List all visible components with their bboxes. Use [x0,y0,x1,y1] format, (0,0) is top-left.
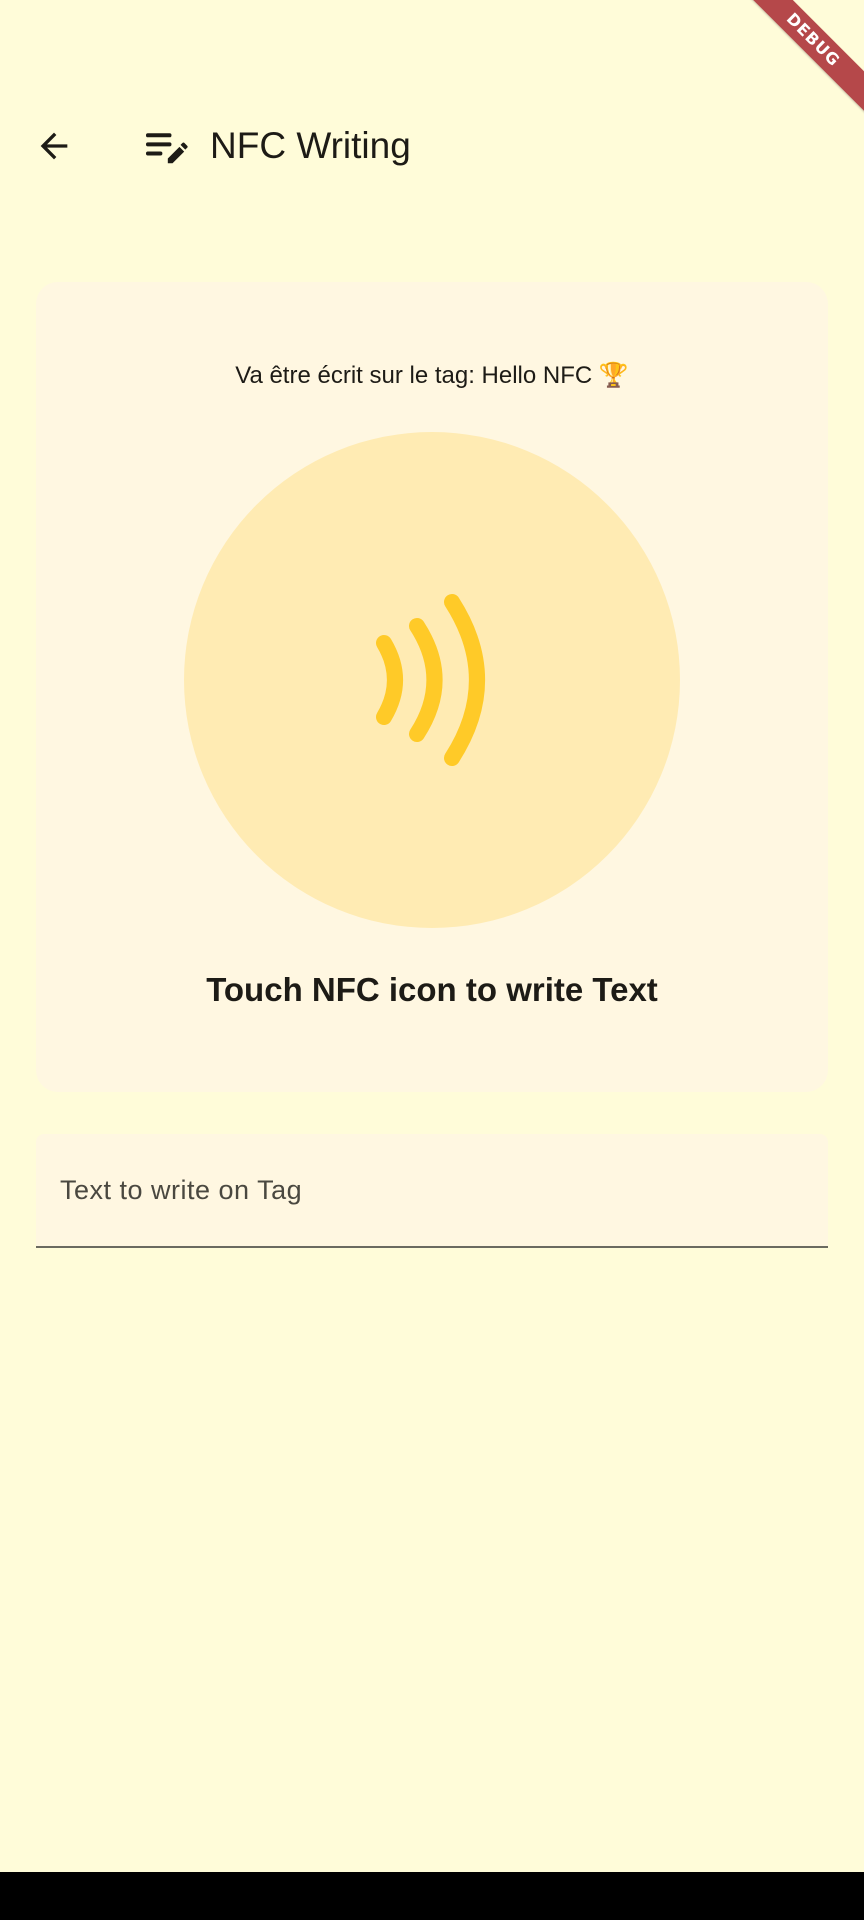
edit-note-icon [146,133,188,164]
nfc-write-button[interactable] [184,432,680,928]
back-button[interactable] [28,120,80,172]
page-title: NFC Writing [210,125,411,166]
nfc-write-card: Va être écrit sur le tag: Hello NFC 🏆 To… [36,282,828,1092]
app-bar: NFC Writing [0,100,864,192]
tag-text-field[interactable] [36,1134,828,1248]
tag-content-preview: Va être écrit sur le tag: Hello NFC 🏆 [235,362,629,389]
nfc-waves-icon [376,594,485,766]
touch-instruction: Touch NFC icon to write Text [206,971,658,1008]
system-navigation-bar [0,1872,864,1920]
tag-text-input[interactable] [36,1134,828,1246]
arrow-back-icon [40,132,68,160]
